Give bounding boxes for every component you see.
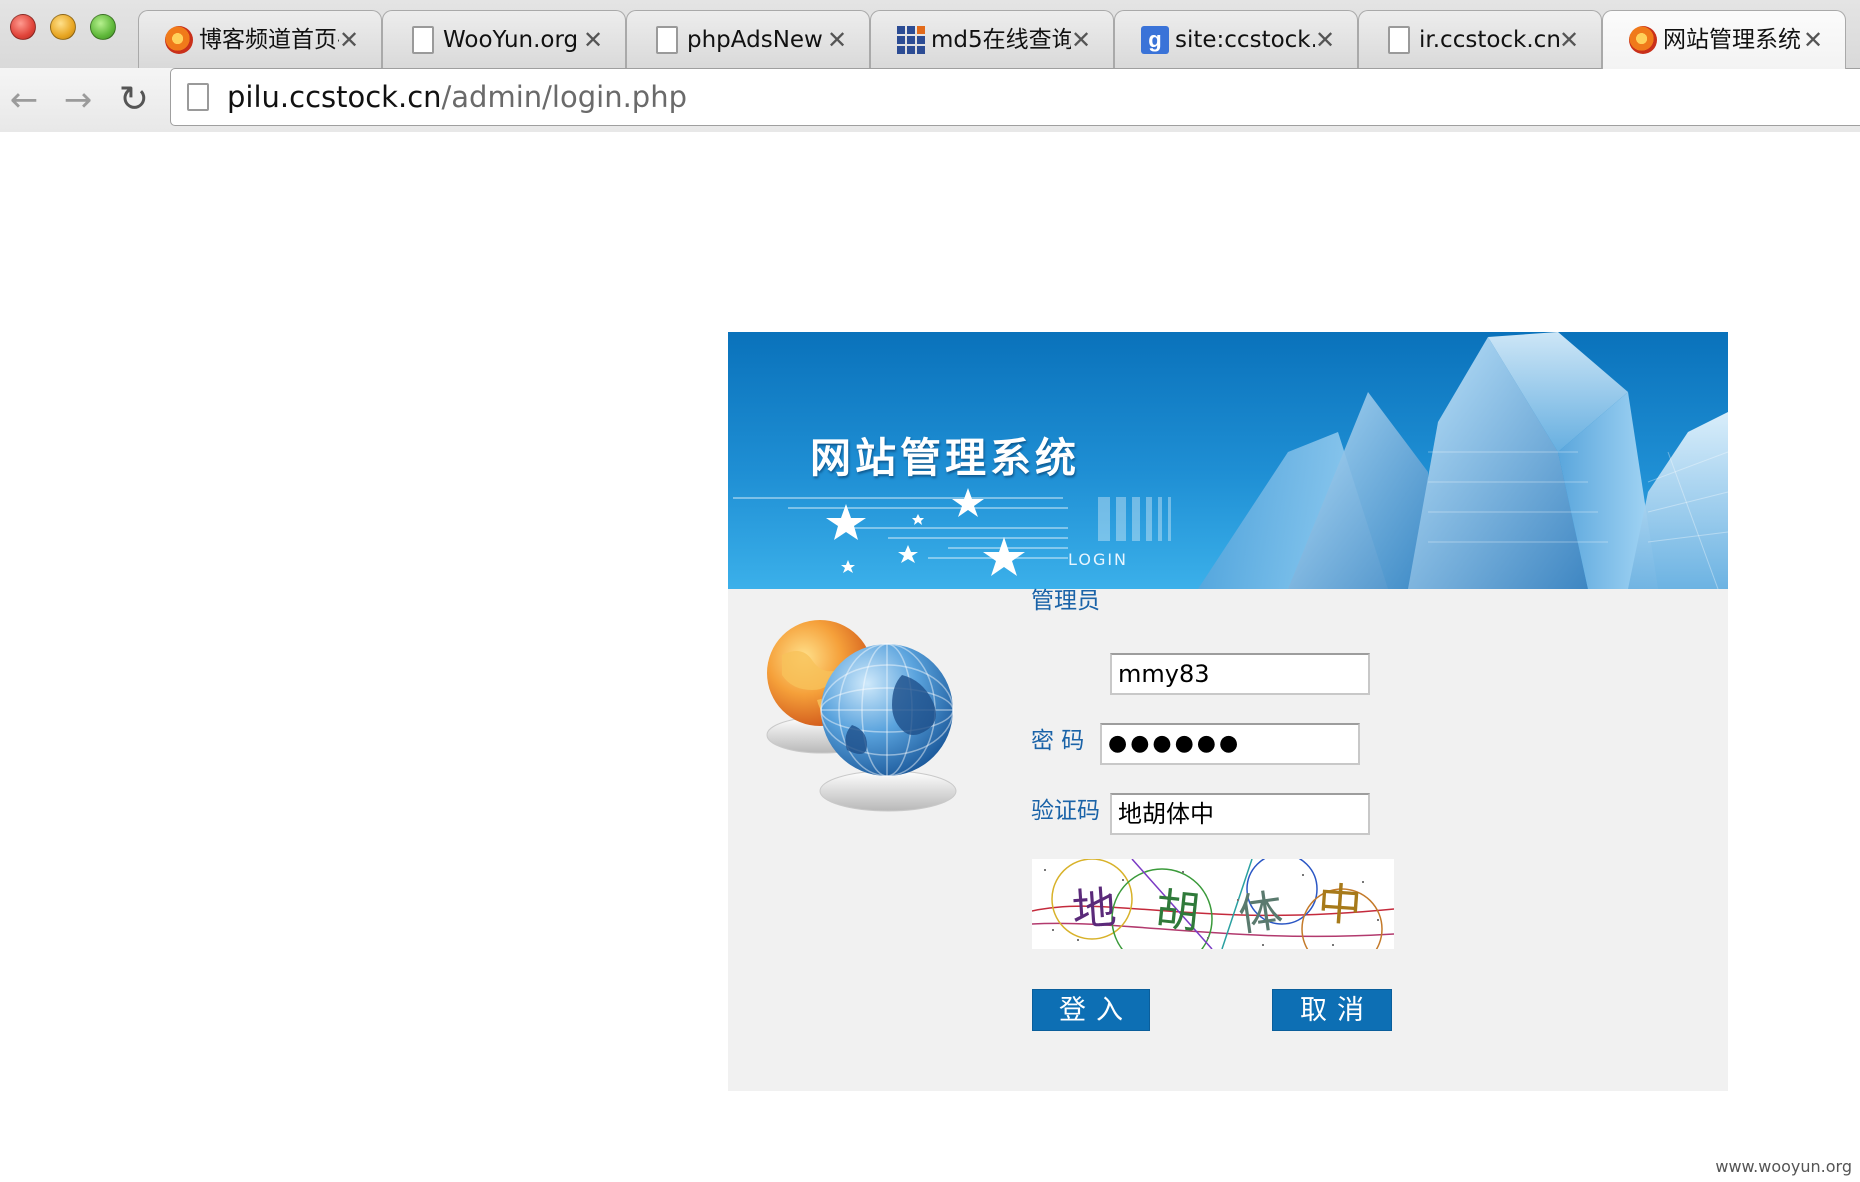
- tab-title: phpAdsNew: [687, 27, 823, 53]
- tab-close-icon[interactable]: ✕: [1799, 25, 1827, 55]
- cancel-button[interactable]: 取消: [1272, 989, 1392, 1031]
- captcha-char: 胡: [1152, 883, 1203, 940]
- tab-phpadsnew[interactable]: phpAdsNew ✕: [626, 10, 870, 68]
- tab-title: md5在线查询: [931, 27, 1071, 53]
- globe-icon: [766, 620, 957, 812]
- captcha-image[interactable]: 地 胡 体 中: [1032, 859, 1394, 949]
- banner-login-caption: LOGIN: [1068, 550, 1129, 569]
- captcha-char: 地: [1070, 882, 1119, 937]
- tab-title: WooYun.org: [443, 27, 579, 53]
- page-icon: [656, 26, 678, 54]
- tab-title: ir.ccstock.cn/: [1419, 27, 1559, 53]
- tab-close-icon[interactable]: ✕: [579, 25, 607, 55]
- password-label: 密 码: [1031, 728, 1085, 754]
- google-favicon-icon: g: [1141, 26, 1169, 54]
- minimize-window-button[interactable]: [50, 14, 76, 40]
- password-input[interactable]: ●●●●●●: [1100, 723, 1360, 765]
- tab-close-icon[interactable]: ✕: [1555, 25, 1583, 55]
- login-button[interactable]: 登入: [1032, 989, 1150, 1031]
- username-label: 管理员: [1031, 588, 1100, 614]
- tab-md5[interactable]: md5在线查询 ✕: [870, 10, 1114, 68]
- tab-google-search[interactable]: g site:ccstock.c ✕: [1114, 10, 1358, 68]
- watermark-text: www.wooyun.org: [1715, 1157, 1852, 1176]
- tab-close-icon[interactable]: ✕: [823, 25, 851, 55]
- page-icon: [187, 83, 209, 111]
- reload-icon[interactable]: ↻: [114, 80, 154, 120]
- banner-title: 网站管理系统: [810, 434, 1080, 482]
- grid-favicon-icon: [897, 26, 925, 54]
- tab-title: 网站管理系统: [1663, 27, 1801, 53]
- back-arrow-icon[interactable]: ←: [4, 80, 44, 120]
- tab-close-icon[interactable]: ✕: [1311, 25, 1339, 55]
- tab-blog[interactable]: 博客频道首页- ✕: [138, 10, 382, 68]
- tab-close-icon[interactable]: ✕: [335, 25, 363, 55]
- address-bar[interactable]: pilu.ccstock.cn/admin/login.php: [170, 68, 1860, 126]
- zoom-window-button[interactable]: [90, 14, 116, 40]
- username-input[interactable]: mmy83: [1110, 653, 1370, 695]
- tab-ir-ccstock[interactable]: ir.ccstock.cn/ ✕: [1358, 10, 1602, 68]
- blog-favicon-icon: [1629, 26, 1657, 54]
- page-icon: [412, 26, 434, 54]
- url-path: /admin/login.php: [441, 80, 687, 114]
- url-text[interactable]: pilu.ccstock.cn/admin/login.php: [227, 79, 687, 115]
- captcha-char: 体: [1235, 885, 1286, 942]
- tab-wooyun[interactable]: WooYun.org ✕: [382, 10, 626, 68]
- blog-favicon-icon: [165, 26, 193, 54]
- tab-title: 博客频道首页-: [199, 27, 339, 53]
- page-icon: [1388, 26, 1410, 54]
- tab-title: site:ccstock.c: [1175, 27, 1315, 53]
- browser-chrome: 博客频道首页- ✕ WooYun.org ✕ phpAdsNew ✕ md5在线…: [0, 0, 1860, 132]
- tab-admin-login-active[interactable]: 网站管理系统 ✕: [1602, 10, 1846, 69]
- login-banner: 网站管理系统 LOGIN: [728, 332, 1728, 589]
- close-window-button[interactable]: [10, 14, 36, 40]
- captcha-label: 验证码: [1031, 798, 1100, 824]
- url-host: pilu.ccstock.cn: [227, 80, 442, 114]
- tab-close-icon[interactable]: ✕: [1067, 25, 1095, 55]
- tab-strip: 博客频道首页- ✕ WooYun.org ✕ phpAdsNew ✕ md5在线…: [0, 0, 1860, 69]
- forward-arrow-icon[interactable]: →: [58, 80, 98, 120]
- captcha-char: 中: [1315, 878, 1364, 933]
- login-panel: 网站管理系统 LOGIN 管理员 mmy83 密 码 ●●●●●● 验证码 地胡…: [728, 332, 1728, 1091]
- captcha-input[interactable]: 地胡体中: [1110, 793, 1370, 835]
